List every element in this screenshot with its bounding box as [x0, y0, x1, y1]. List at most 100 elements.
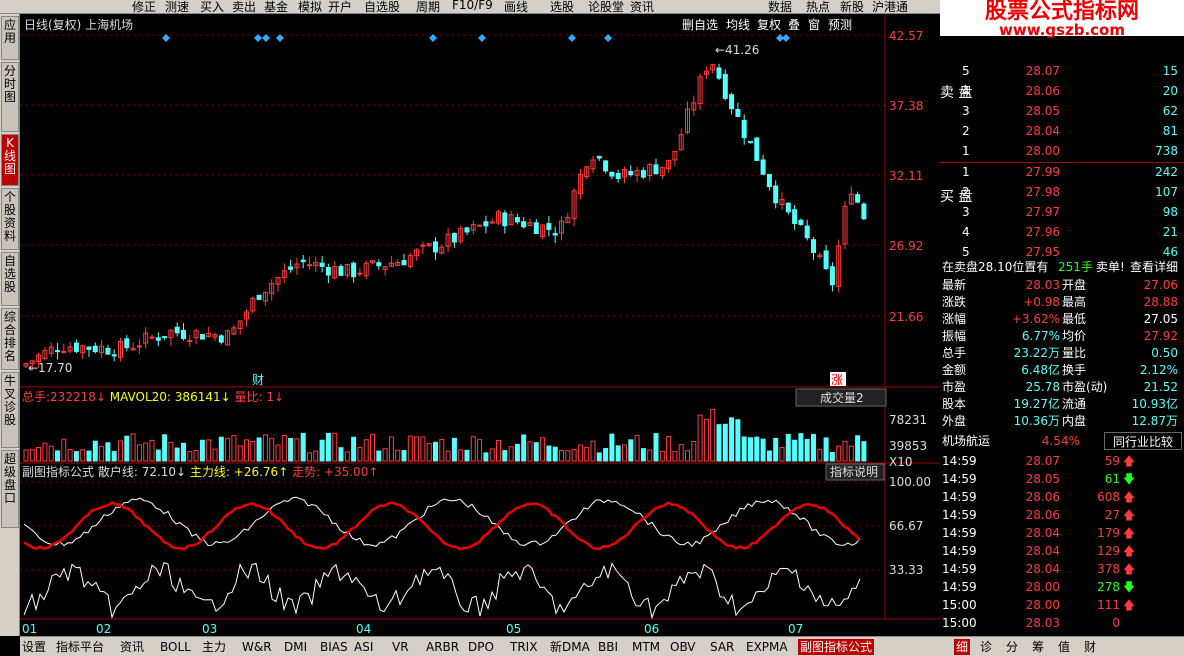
volume-bar — [502, 450, 508, 462]
buy-qty: 242 — [1155, 165, 1178, 179]
quote-value: 10.93亿 — [1131, 397, 1178, 411]
toolbar-0[interactable]: 修正 — [132, 0, 156, 15]
bottom-tab-12[interactable]: TRIX — [510, 639, 537, 655]
volume-bar — [218, 436, 224, 462]
notice-link[interactable]: 查看详细 — [1130, 258, 1182, 276]
right-tab-0[interactable]: 细 — [954, 639, 971, 655]
candle-body — [483, 221, 489, 227]
volume-bar — [55, 450, 60, 462]
bottom-tab-18[interactable]: EXPMA — [746, 639, 788, 655]
toolbar-7[interactable]: 自选股 — [364, 0, 400, 15]
candle-body — [181, 329, 186, 340]
tick-arrow-icon: 🡇 — [1122, 580, 1136, 594]
sub-tick: 33.33 — [889, 563, 923, 577]
left-tab-1[interactable]: 分时图 — [1, 62, 19, 132]
chart-svg[interactable]: 日线(复权) 上海机场 删自选 均线 复权叠窗预测 42.57 37.38 32.11 26.… — [20, 14, 940, 636]
tick-price: 28.07 — [1025, 454, 1060, 468]
bottom-tab-10[interactable]: ARBR — [426, 639, 459, 655]
left-tab-7[interactable]: 超级盘口 — [1, 450, 19, 528]
right-tab-2[interactable]: 分 — [1006, 639, 1018, 655]
chart-tool-1[interactable]: 均线 — [726, 18, 750, 32]
bottom-tab-0[interactable]: 设置 — [22, 639, 46, 655]
toolbar-14[interactable]: 数据 — [768, 0, 792, 15]
candle-body — [218, 335, 224, 343]
toolbar-13[interactable]: 资讯 — [630, 0, 654, 15]
sub-s2-label: 主力线: — [190, 465, 234, 479]
candle-body — [149, 336, 155, 339]
right-tab-4[interactable]: 值 — [1058, 639, 1070, 655]
toolbar-3[interactable]: 卖出 — [232, 0, 256, 15]
chart-tool-2[interactable]: 复权 — [757, 18, 781, 32]
right-tab-1[interactable]: 诊 — [980, 639, 992, 655]
bottom-tab-5[interactable]: W&R — [242, 639, 272, 655]
toolbar-2[interactable]: 买入 — [200, 0, 224, 15]
toolbar-5[interactable]: 模拟 — [298, 0, 322, 15]
tick-price: 28.05 — [1025, 472, 1060, 486]
bottom-tab-1[interactable]: 指标平台 — [56, 639, 104, 655]
candle-body — [785, 202, 791, 213]
candle-body — [325, 266, 331, 276]
volume-bar — [300, 432, 306, 462]
left-tab-3[interactable]: 个股资料 — [1, 188, 19, 250]
left-tab-0[interactable]: 应用 — [1, 16, 19, 60]
volume-bar — [533, 442, 539, 462]
left-tab-2[interactable]: K线图 — [1, 134, 19, 186]
quote-label: 内盘 — [1062, 414, 1087, 428]
bottom-tab-11[interactable]: DPO — [468, 639, 494, 655]
chart-area[interactable]: 日线(复权) 上海机场 删自选 均线 复权叠窗预测 42.57 37.38 32.11 26.… — [20, 14, 940, 636]
chart-tool-0[interactable]: 删自选 — [682, 18, 718, 32]
volume-bar — [792, 439, 798, 462]
chart-tool-3[interactable]: 叠 — [788, 18, 800, 32]
bottom-tab-17[interactable]: SAR — [710, 639, 734, 655]
bottom-tab-7[interactable]: BIAS — [320, 639, 348, 655]
toolbar-12[interactable]: 论股堂 — [588, 0, 624, 15]
candle-body — [823, 250, 829, 269]
bottom-tab-8[interactable]: ASI — [354, 639, 373, 655]
bottom-tab-9[interactable]: VR — [392, 639, 409, 655]
sell-level: 1 — [962, 144, 970, 158]
volume-bar — [199, 439, 205, 462]
left-tab-4[interactable]: 自选股 — [1, 252, 19, 306]
volume-bar — [760, 438, 766, 462]
tick-qty: 111 — [1097, 598, 1120, 612]
candle-body — [546, 223, 552, 230]
chart-tool-4[interactable]: 窗 — [808, 18, 820, 32]
candle-body — [861, 203, 867, 220]
bottom-tab-3[interactable]: BOLL — [160, 639, 191, 655]
bottom-tab-16[interactable]: OBV — [670, 639, 696, 655]
toolbar-1[interactable]: 测速 — [165, 0, 189, 15]
bottom-tab-4[interactable]: 主力 — [202, 639, 226, 655]
toolbar-8[interactable]: 周期 — [416, 0, 440, 15]
volume-selector-text[interactable]: 成交量2 — [820, 390, 864, 405]
volume-bar — [124, 435, 130, 462]
toolbar-15[interactable]: 热点 — [806, 0, 830, 15]
toolbar-17[interactable]: 沪港通 — [872, 0, 908, 15]
candle-body — [552, 232, 558, 236]
sector-compare-button[interactable]: 同行业比较 — [1104, 432, 1182, 450]
toolbar-16[interactable]: 新股 — [840, 0, 864, 15]
indicator-help-text[interactable]: 指标说明 — [830, 464, 878, 479]
candle-body — [855, 194, 861, 203]
tick-time: 14:59 — [942, 454, 977, 468]
bottom-tab-13[interactable]: 新DMA — [550, 639, 590, 655]
bottom-tab-2[interactable]: 资讯 — [120, 639, 144, 655]
chart-tool-5[interactable]: 预测 — [828, 18, 852, 32]
left-tab-5[interactable]: 综合排名 — [1, 308, 19, 370]
bottom-tab-14[interactable]: BBI — [598, 639, 618, 655]
bottom-tab-6[interactable]: DMI — [284, 639, 307, 655]
toolbar-10[interactable]: 画线 — [504, 0, 528, 15]
volume-tick: 39853 — [889, 439, 927, 453]
tick-time: 14:59 — [942, 526, 977, 540]
toolbar-11[interactable]: 选股 — [550, 0, 574, 15]
toolbar-9[interactable]: F10/F9 — [452, 0, 493, 12]
candle-body — [640, 170, 646, 178]
tick-price: 28.03 — [1025, 616, 1060, 630]
toolbar-4[interactable]: 基金 — [264, 0, 288, 15]
bottom-tab-15[interactable]: MTM — [632, 639, 660, 655]
right-tab-3[interactable]: 筹 — [1032, 639, 1044, 655]
toolbar-6[interactable]: 开户 — [328, 0, 352, 15]
tick-arrow-icon: 🡅 — [1122, 508, 1136, 522]
left-tab-6[interactable]: 牛叉诊股 — [1, 372, 19, 448]
bottom-tab-19[interactable]: 副图指标公式 — [798, 639, 875, 655]
right-tab-5[interactable]: 财 — [1084, 639, 1096, 655]
